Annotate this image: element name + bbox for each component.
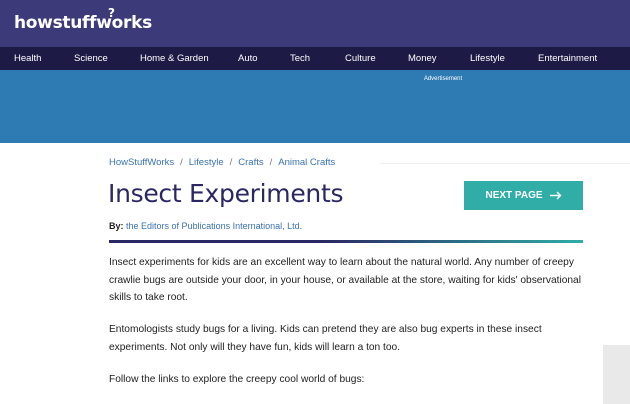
- nav-item-health[interactable]: Health: [14, 53, 41, 64]
- main-nav: Health Science Home & Garden Auto Tech C…: [0, 47, 630, 70]
- next-page-label: NEXT PAGE: [485, 190, 543, 201]
- arrow-right-icon: [549, 191, 562, 200]
- next-page-button[interactable]: NEXT PAGE: [464, 181, 583, 210]
- logo-text[interactable]: howstuffworks: [14, 13, 152, 33]
- breadcrumb-animal-crafts[interactable]: Animal Crafts: [278, 157, 335, 168]
- article-paragraph-3: Follow the links to explore the creepy c…: [109, 374, 365, 385]
- nav-item-home-garden[interactable]: Home & Garden: [140, 53, 209, 64]
- breadcrumb-separator: /: [229, 157, 233, 168]
- article-paragraph-2: Entomologists study bugs for a living. K…: [109, 324, 542, 353]
- advertisement-label: Advertisement: [423, 76, 463, 82]
- nav-item-money[interactable]: Money: [408, 53, 437, 64]
- author-link[interactable]: the Editors of Publications Internationa…: [126, 221, 302, 231]
- site-logo[interactable]: howstuffworks ?: [14, 6, 152, 33]
- nav-item-entertainment[interactable]: Entertainment: [538, 53, 597, 64]
- byline: By: the Editors of Publications Internat…: [109, 221, 302, 231]
- page-title: Insect Experiments: [108, 179, 344, 208]
- breadcrumb-separator: /: [269, 157, 273, 168]
- advertisement-banner[interactable]: Advertisement: [0, 70, 630, 143]
- article-paragraph-1: Insect experiments for kids are an excel…: [109, 257, 581, 303]
- logo-question-mark-icon: ?: [108, 6, 115, 20]
- nav-item-tech[interactable]: Tech: [290, 53, 310, 64]
- sidebar-ad-panel: [603, 345, 630, 404]
- breadcrumb: HowStuffWorks / Lifestyle / Crafts / Animal Cr…: [109, 157, 335, 168]
- nav-item-auto[interactable]: Auto: [238, 53, 258, 64]
- breadcrumb-howstuffworks[interactable]: HowStuffWorks: [109, 157, 174, 168]
- title-divider: [109, 240, 583, 243]
- breadcrumb-crafts[interactable]: Crafts: [238, 157, 263, 168]
- breadcrumb-rule: [380, 163, 630, 164]
- nav-item-lifestyle[interactable]: Lifestyle: [470, 53, 505, 64]
- byline-prefix: By:: [109, 221, 124, 231]
- nav-item-science[interactable]: Science: [74, 53, 108, 64]
- breadcrumb-separator: /: [180, 157, 183, 168]
- site-header: howstuffworks ?: [0, 0, 630, 47]
- breadcrumb-lifestyle[interactable]: Lifestyle: [189, 157, 224, 168]
- nav-item-culture[interactable]: Culture: [345, 53, 376, 64]
